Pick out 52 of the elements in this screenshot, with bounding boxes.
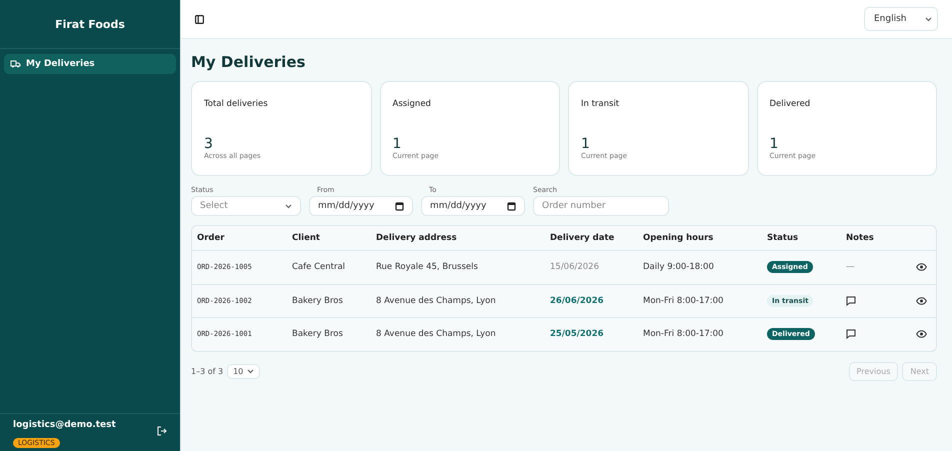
table-cell-text: 8 Avenue des Champs, Lyon	[376, 296, 497, 306]
calendar-icon	[507, 202, 516, 210]
table-cell-text: Daily 9:00-18:00	[643, 262, 715, 272]
brand-name: Firat Foods	[0, 0, 180, 49]
table-cell-text: —	[846, 262, 856, 272]
date-field[interactable]: mm/dd/yyyy	[309, 196, 413, 216]
table-cell-text: Mon-Fri 8:00-17:00	[643, 329, 724, 340]
stat-value: 3	[204, 136, 213, 152]
pagination-range: 1–3 of 3	[191, 366, 224, 376]
view-icon[interactable]	[916, 263, 927, 272]
table-cell-text: Bakery Bros	[292, 329, 344, 340]
table-cell-text: Mon-Fri 8:00-17:00	[643, 296, 724, 306]
column-header: Delivery date	[550, 233, 616, 243]
truck-icon	[10, 60, 21, 68]
column-header: Opening hours	[643, 233, 714, 243]
user-email: logistics@demo.test	[13, 420, 116, 430]
comment-icon[interactable]	[846, 296, 856, 306]
view-icon[interactable]	[916, 296, 927, 305]
logout-icon[interactable]	[157, 426, 167, 436]
sidebar-toggle-icon[interactable]	[195, 14, 204, 24]
table-cell-text: Cafe Central	[292, 262, 346, 272]
language-select[interactable]: English	[864, 7, 938, 31]
table-cell-text: 8 Avenue des Champs, Lyon	[376, 329, 497, 340]
search-field[interactable]: Order number	[533, 196, 669, 216]
stat-title: Assigned	[392, 99, 431, 109]
chevron-down-icon	[925, 16, 932, 22]
stat-value: 1	[581, 136, 590, 152]
column-header: Delivery address	[376, 233, 458, 243]
stat-value: 1	[392, 136, 402, 152]
column-header: Order	[197, 233, 226, 243]
stat-title: In transit	[581, 99, 620, 109]
chevron-down-icon	[247, 368, 254, 374]
table-cell-text: 25/05/2026	[550, 329, 605, 340]
stat-title: Delivered	[770, 99, 810, 109]
page-size-select[interactable]: 10	[227, 364, 260, 378]
page-title: My Deliveries	[191, 53, 306, 71]
table-cell-text: Rue Royale 45, Brussels	[376, 262, 479, 272]
comment-icon[interactable]	[846, 329, 856, 340]
view-icon[interactable]	[916, 330, 927, 338]
column-header: Status	[767, 233, 800, 243]
date-field[interactable]: mm/dd/yyyy	[421, 196, 525, 216]
table-cell-text: Bakery Bros	[292, 296, 344, 306]
calendar-icon	[395, 202, 404, 210]
stat-value: 1	[770, 136, 778, 152]
chevron-down-icon	[285, 204, 292, 208]
status-select[interactable]: Select	[191, 196, 301, 216]
column-header: Client	[292, 233, 321, 243]
stat-title: Total deliveries	[204, 99, 268, 109]
sidebar-item[interactable]: My Deliveries	[4, 54, 176, 74]
table-cell-text: 15/06/2026	[550, 262, 600, 272]
table-cell-text: 26/06/2026	[550, 296, 605, 306]
column-header: Notes	[846, 233, 875, 243]
